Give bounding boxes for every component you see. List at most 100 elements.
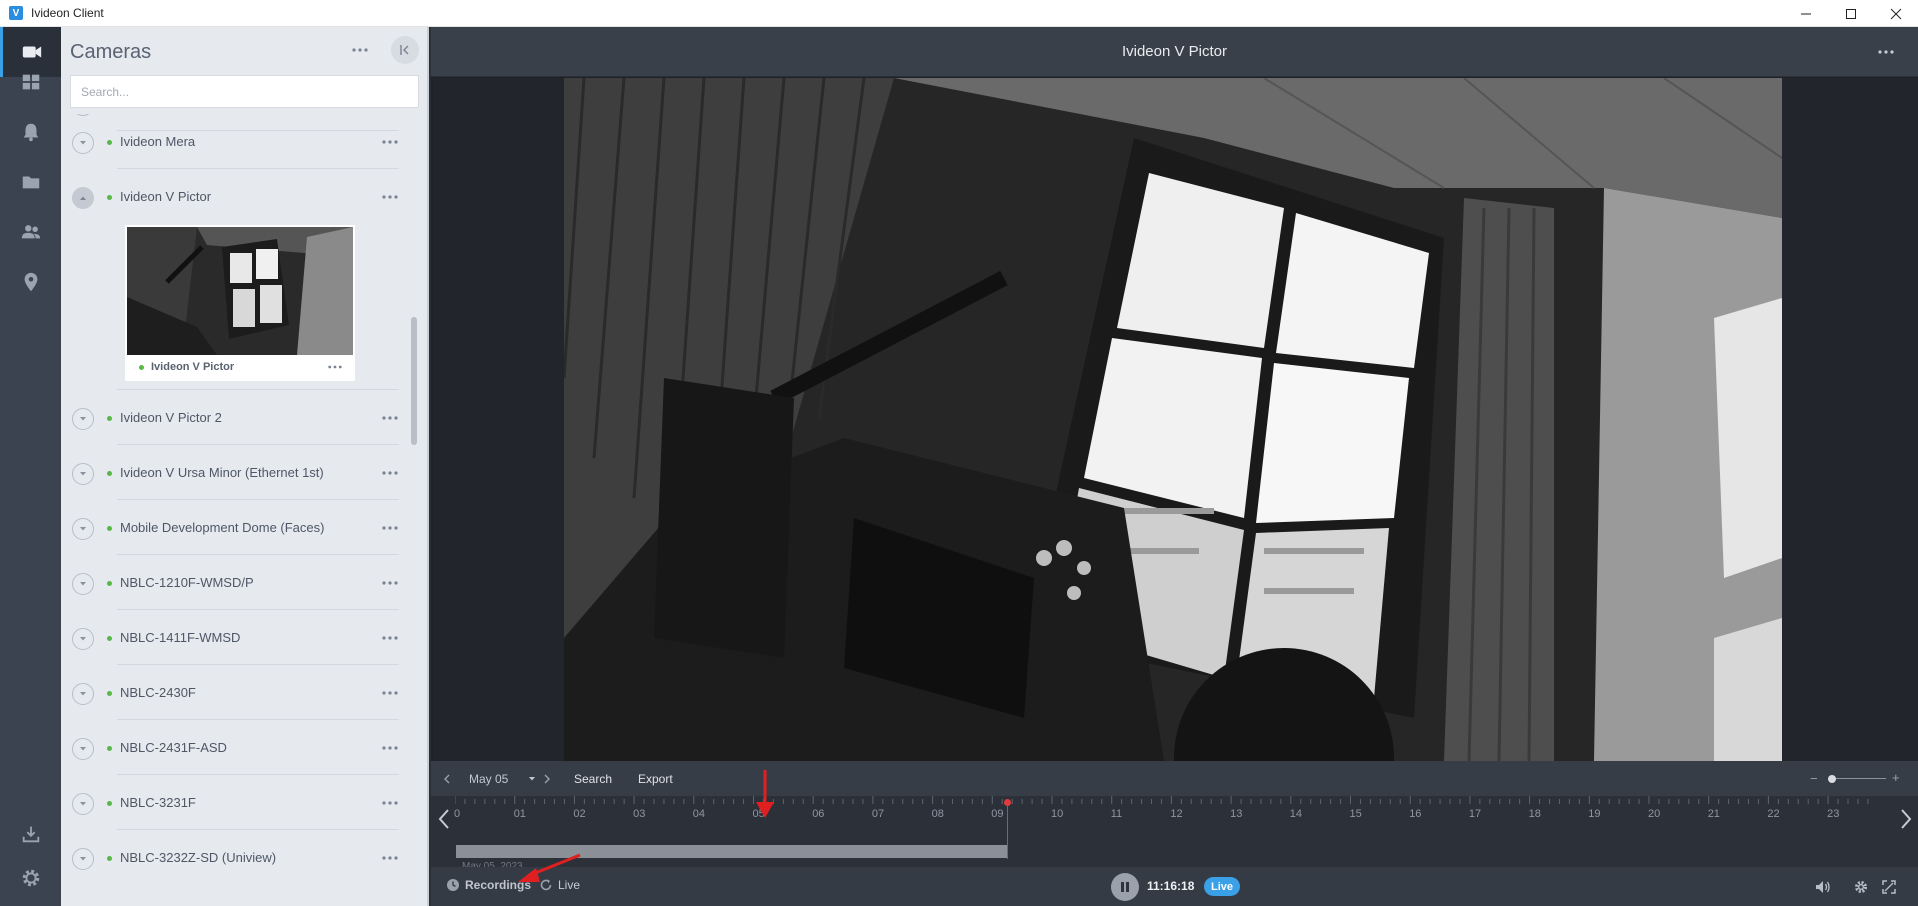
hour-label: 22 (1767, 808, 1780, 820)
timeline-ruler[interactable]: 0 01 02 03 04 05 06 07 08 09 10 11 12 13 14 15 16 17 18 19 2… (431, 796, 1918, 872)
camera-more-button[interactable] (379, 630, 401, 646)
more-icon (382, 195, 398, 199)
online-status-dot (139, 365, 144, 370)
expand-toggle[interactable] (72, 738, 94, 760)
camera-row[interactable]: Ivideon V Ursa Minor (Ethernet 1st) (61, 445, 411, 500)
pause-button[interactable] (1111, 873, 1139, 901)
camera-row[interactable]: Ivideon V Pictor 2 (61, 390, 411, 445)
timeline-zoom-slider[interactable]: − + (1808, 770, 1904, 787)
zoom-knob[interactable] (1828, 775, 1836, 783)
camera-row[interactable]: NBLC-2431F-ASD (61, 720, 411, 775)
expand-toggle[interactable] (72, 848, 94, 870)
fullscreen-icon (1882, 880, 1896, 894)
prev-day-button[interactable] (443, 761, 451, 796)
expand-toggle[interactable] (72, 628, 94, 650)
zoom-track (1828, 778, 1886, 779)
camera-name: NBLC-1210F-WMSD/P (120, 575, 254, 590)
volume-button[interactable] (1813, 877, 1833, 897)
rail-item-users[interactable] (0, 207, 61, 257)
more-icon (382, 801, 398, 805)
collapse-toggle[interactable] (72, 187, 94, 209)
timeline-scroll-left[interactable] (437, 808, 451, 830)
rail-item-settings[interactable] (0, 856, 61, 900)
camera-preview-card[interactable]: Ivideon V Pictor (125, 225, 355, 381)
camera-preview-thumbnail[interactable] (127, 227, 353, 355)
camera-more-button[interactable] (379, 465, 401, 481)
camera-more-button[interactable] (379, 134, 401, 150)
rail-item-map[interactable] (0, 257, 61, 307)
camera-row[interactable]: NBLC-1411F-WMSD (61, 610, 411, 665)
next-day-button[interactable] (543, 761, 551, 796)
camera-more-button[interactable] (379, 410, 401, 426)
camera-row[interactable]: NBLC-2430F (61, 665, 411, 720)
camera-name: NBLC-2431F-ASD (120, 740, 227, 755)
camera-row[interactable]: Ivideon V Pictor (61, 169, 411, 224)
viewer-more-button[interactable] (1876, 45, 1896, 59)
timeline-scroll-right[interactable] (1899, 808, 1913, 830)
panel-more-button[interactable] (348, 41, 372, 59)
hour-label: 08 (931, 808, 944, 820)
export-button[interactable]: Export (638, 761, 673, 796)
camera-search-input[interactable] (70, 75, 419, 108)
camera-name: NBLC-1411F-WMSD (120, 630, 241, 645)
expand-toggle[interactable] (72, 573, 94, 595)
playhead[interactable] (1007, 801, 1008, 859)
expand-toggle[interactable] (72, 793, 94, 815)
maximize-button[interactable] (1828, 0, 1873, 27)
viewer-camera-title: Ivideon V Pictor (1121, 43, 1228, 60)
camera-name: Ivideon V Ursa Minor (Ethernet 1st) (120, 465, 324, 480)
collapse-panel-button[interactable] (391, 36, 419, 64)
grid-icon (22, 74, 39, 90)
hour-label: 12 (1170, 808, 1183, 820)
hour-label: 04 (692, 808, 706, 820)
zoom-out-icon[interactable]: − (1810, 771, 1818, 786)
hour-label: 06 (812, 808, 825, 820)
camera-more-button[interactable] (379, 850, 401, 866)
expand-toggle[interactable] (72, 518, 94, 540)
rail-item-events[interactable] (0, 107, 61, 157)
timeline-toolbar: May 05 Search Export − + (431, 761, 1918, 796)
minimize-button[interactable] (1783, 0, 1828, 27)
camera-row[interactable]: Mobile Development Dome (Faces) (61, 500, 411, 555)
video-area (433, 78, 1918, 761)
camera-more-button[interactable] (379, 575, 401, 591)
hour-label: 14 (1289, 808, 1303, 820)
date-picker[interactable]: May 05 (469, 761, 536, 796)
playhead-handle[interactable] (1004, 799, 1011, 806)
more-icon (382, 526, 398, 530)
fullscreen-button[interactable] (1879, 877, 1899, 897)
camera-more-button[interactable] (379, 740, 401, 756)
expand-toggle[interactable] (72, 408, 94, 430)
settings-button[interactable] (1851, 877, 1871, 897)
video-stream[interactable] (564, 78, 1782, 761)
camera-row[interactable]: NBLC-1210F-WMSD/P (61, 555, 411, 610)
more-icon (352, 48, 368, 52)
search-button[interactable]: Search (574, 761, 612, 796)
expand-toggle[interactable] (72, 683, 94, 705)
rail-item-archive[interactable] (0, 157, 61, 207)
preview-camera-name: Ivideon V Pictor (151, 361, 235, 373)
live-badge[interactable]: Live (1204, 877, 1241, 896)
online-status-dot (107, 856, 112, 861)
camera-row[interactable]: NBLC-3231F (61, 775, 411, 830)
camera-row[interactable]: NBLC-3232Z-SD (Uniview) (61, 830, 411, 885)
list-scrollbar[interactable] (411, 317, 417, 445)
camera-more-button[interactable] (379, 189, 401, 205)
rail-item-layouts[interactable] (0, 57, 61, 107)
expand-toggle[interactable] (72, 132, 94, 154)
hour-label: 20 (1648, 808, 1661, 820)
expand-toggle[interactable] (72, 463, 94, 485)
camera-more-button[interactable] (379, 520, 401, 536)
hour-label: 17 (1468, 808, 1482, 820)
nav-rail (0, 27, 61, 906)
chevron-left-icon (438, 809, 449, 829)
collapse-left-icon (400, 45, 409, 55)
rail-item-downloads[interactable] (0, 812, 61, 856)
close-button[interactable] (1873, 0, 1918, 27)
camera-more-button[interactable] (379, 795, 401, 811)
zoom-in-icon[interactable]: + (1892, 770, 1900, 785)
preview-more-button[interactable] (325, 361, 345, 373)
camera-more-button[interactable] (379, 685, 401, 701)
camera-row[interactable]: Ivideon Mera (61, 114, 411, 169)
camera-name: NBLC-3232Z-SD (Uniview) (120, 850, 277, 865)
